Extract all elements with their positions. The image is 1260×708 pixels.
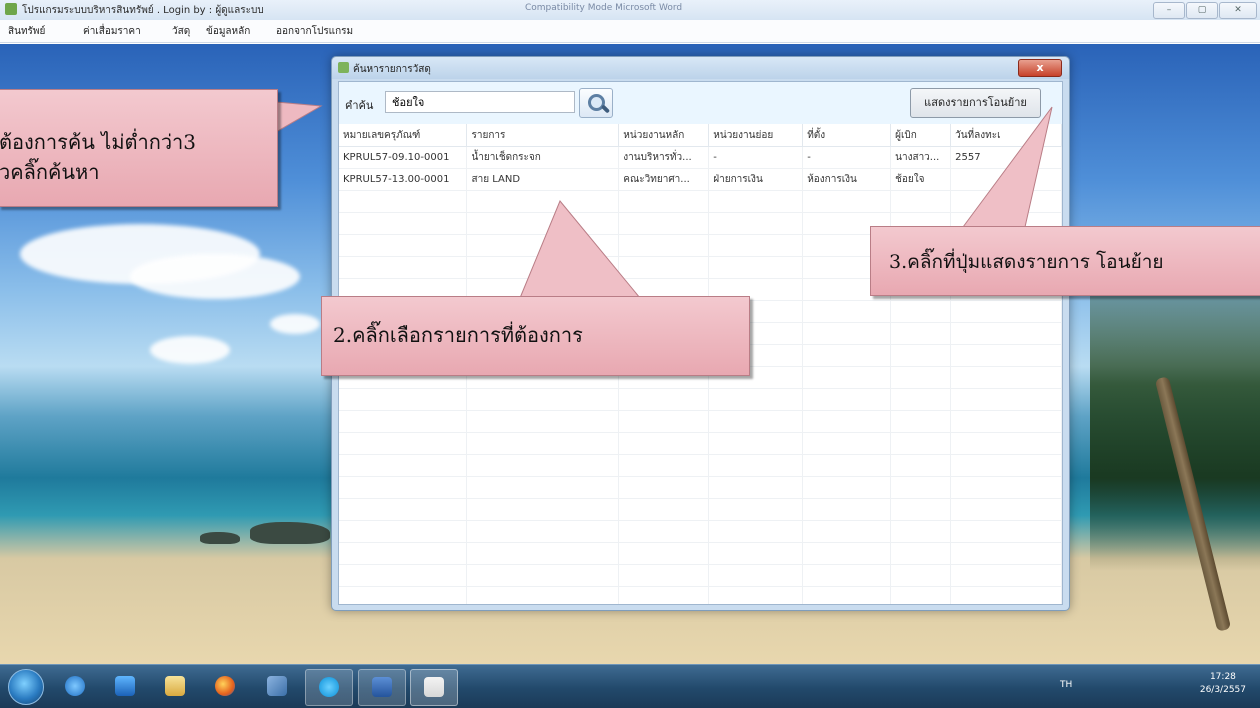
search-label: คำค้น <box>345 99 374 112</box>
empty-row <box>339 410 1062 433</box>
cell-item: สาย LAND <box>466 168 620 191</box>
search-button[interactable] <box>579 88 613 118</box>
bowtie-app-icon <box>267 676 287 696</box>
rock <box>250 522 330 544</box>
table-row[interactable]: KPRUL57-13.00-0001 สาย LAND คณะวิทยาศา..… <box>339 168 1062 191</box>
cell-register-date <box>950 168 1062 191</box>
start-button[interactable] <box>8 669 44 705</box>
empty-row <box>339 432 1062 455</box>
menu-exit[interactable]: ออกจากโปรแกรม <box>276 24 353 39</box>
system-tray: TH 17:28 26/3/2557 <box>1000 665 1260 708</box>
dialog-titlebar: ค้นหารายการวัสดุ x <box>332 57 1069 79</box>
cloud <box>150 336 230 364</box>
dialog-title: ค้นหารายการวัสดุ <box>353 64 431 75</box>
callout-step-2-text: 2.คลิ๊กเลือกรายการที่ต้องการ <box>333 323 583 347</box>
callout-step-1-line-2: วคลิ๊กค้นหา <box>0 160 100 184</box>
empty-row <box>339 498 1062 521</box>
empty-row <box>339 542 1062 565</box>
cell-asset-number: KPRUL57-09.10-0001 <box>339 146 468 169</box>
empty-row <box>339 454 1062 477</box>
callout-step-3: 3.คลิ๊กที่ปุ่มแสดงรายการ โอนย้าย <box>870 226 1260 296</box>
callout-step-1: ต้องการค้น ไม่ต่ำกว่า3 วคลิ๊กค้นหา <box>0 89 278 207</box>
rock <box>200 532 240 544</box>
taskbar-file-explorer[interactable] <box>152 669 198 704</box>
clock[interactable]: 17:28 26/3/2557 <box>1200 671 1246 697</box>
file-explorer-icon <box>165 676 185 696</box>
dialog-icon <box>338 62 349 73</box>
search-row: คำค้น แสดงรายการโอนย้าย <box>339 82 1062 124</box>
taskbar-internet-explorer[interactable] <box>52 669 98 704</box>
clock-time: 17:28 <box>1209 672 1236 682</box>
taskbar-acrobat[interactable] <box>410 669 458 706</box>
media-player-icon <box>115 676 135 696</box>
empty-row <box>339 586 1062 604</box>
column-header-item[interactable]: รายการ <box>466 124 620 147</box>
dialog-close-button[interactable]: x <box>1018 59 1062 77</box>
app-titlebar: โปรแกรมระบบบริหารสินทรัพย์ . Login by : … <box>0 0 1260 21</box>
minimize-button[interactable]: – <box>1153 2 1185 19</box>
skype-icon <box>319 677 339 697</box>
menu-assets[interactable]: สินทรัพย์ <box>8 24 45 39</box>
internet-explorer-icon <box>65 676 85 696</box>
table-row[interactable]: KPRUL57-09.10-0001 น้ำยาเช็ดกระจก งานบริ… <box>339 146 1062 169</box>
empty-row <box>339 564 1062 587</box>
column-header-asset-number[interactable]: หมายเลขครุภัณฑ์ <box>339 124 468 147</box>
column-header-location[interactable]: ที่ตั้ง <box>802 124 892 147</box>
callout-step-1-line-1: ต้องการค้น ไม่ต่ำกว่า3 <box>0 130 197 154</box>
column-header-requester[interactable]: ผู้เบิก <box>890 124 952 147</box>
menu-materials[interactable]: วัสดุ <box>172 24 190 39</box>
app-title: โปรแกรมระบบบริหารสินทรัพย์ . Login by : … <box>22 5 264 16</box>
maximize-button[interactable]: ▢ <box>1186 2 1218 19</box>
taskbar: TH 17:28 26/3/2557 <box>0 664 1260 708</box>
acrobat-icon <box>424 677 444 697</box>
search-input[interactable] <box>385 91 575 113</box>
language-indicator[interactable]: TH <box>1060 680 1072 690</box>
cell-item: น้ำยาเช็ดกระจก <box>466 146 620 169</box>
taskbar-skype[interactable] <box>305 669 353 706</box>
grid-header-row: หมายเลขครุภัณฑ์ รายการ หน่วยงานหลัก หน่ว… <box>339 124 1062 147</box>
cell-requester: นางสาว... <box>890 146 952 169</box>
taskbar-media-player[interactable] <box>102 669 148 704</box>
empty-row <box>339 190 1062 213</box>
cloud <box>270 314 320 334</box>
word-icon <box>372 677 392 697</box>
callout-step-2: 2.คลิ๊กเลือกรายการที่ต้องการ <box>321 296 750 376</box>
taskbar-word[interactable] <box>358 669 406 706</box>
column-header-register-date[interactable]: วันที่ลงทะเ <box>950 124 1062 147</box>
taskbar-app[interactable] <box>254 669 300 704</box>
firefox-icon <box>215 676 235 696</box>
empty-row <box>339 476 1062 499</box>
palm-tree-right <box>1090 44 1260 664</box>
callout-step-3-text: 3.คลิ๊กที่ปุ่มแสดงรายการ โอนย้าย <box>889 251 1164 273</box>
clock-date: 26/3/2557 <box>1199 685 1246 695</box>
empty-row <box>339 388 1062 411</box>
column-header-sub-unit[interactable]: หน่วยงานย่อย <box>708 124 804 147</box>
cell-main-unit: คณะวิทยาศา... <box>618 168 710 191</box>
magnifier-handle <box>600 104 611 114</box>
app-icon <box>5 3 17 15</box>
menubar: สินทรัพย์ ค่าเสื่อมราคา วัสดุ ข้อมูลหลัก… <box>0 20 1260 43</box>
cell-location: ห้องการเงิน <box>802 168 892 191</box>
cell-asset-number: KPRUL57-13.00-0001 <box>339 168 468 191</box>
column-header-main-unit[interactable]: หน่วยงานหลัก <box>618 124 710 147</box>
taskbar-firefox[interactable] <box>202 669 248 704</box>
cell-sub-unit: - <box>708 146 804 169</box>
background-window-title: Compatibility Mode Microsoft Word <box>525 3 683 13</box>
cloud <box>130 254 300 299</box>
cell-requester: ช้อยใจ <box>890 168 952 191</box>
cell-register-date: 2557 <box>950 146 1062 169</box>
cell-sub-unit: ฝ่ายการเงิน <box>708 168 804 191</box>
menu-master-data[interactable]: ข้อมูลหลัก <box>206 24 250 39</box>
close-button[interactable]: ✕ <box>1219 2 1257 19</box>
menu-depreciation[interactable]: ค่าเสื่อมราคา <box>83 24 141 39</box>
show-transfer-list-button[interactable]: แสดงรายการโอนย้าย <box>910 88 1041 118</box>
empty-row <box>339 520 1062 543</box>
cell-location: - <box>802 146 892 169</box>
cell-main-unit: งานบริหารทั่ว... <box>618 146 710 169</box>
